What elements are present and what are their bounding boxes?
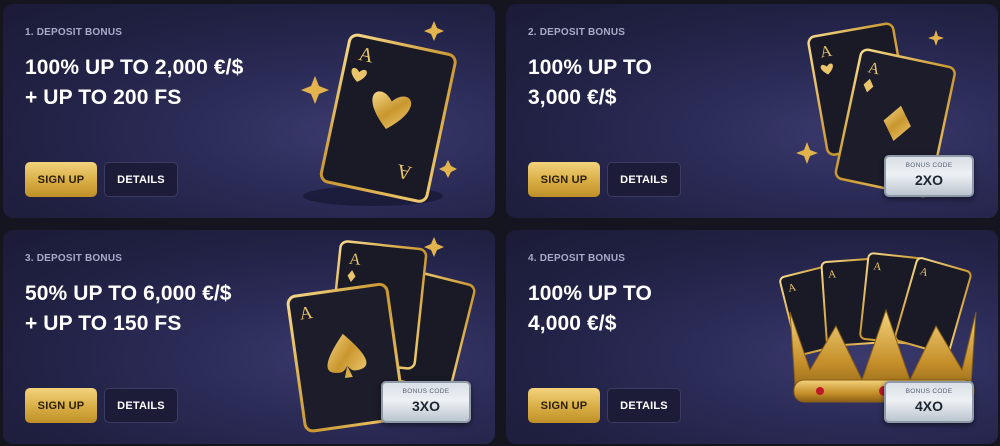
headline-line-1: 100% UP TO (528, 282, 652, 305)
details-button[interactable]: DETAILS (607, 162, 681, 197)
bonus-code-value: 3XO (411, 398, 440, 414)
details-button[interactable]: DETAILS (104, 162, 178, 197)
card-headline: 50% UP TO 6,000 €/$ + UP TO 150 FS (25, 279, 232, 339)
card-headline: 100% UP TO 4,000 €/$ (528, 279, 652, 339)
headline-line-2: + UP TO 150 FS (25, 312, 182, 335)
bonus-code-label: BONUS CODE (905, 388, 953, 395)
card-headline: 100% UP TO 3,000 €/$ (528, 53, 652, 113)
bonus-code-value: 4XO (914, 398, 943, 414)
card-eyebrow: 3. DEPOSIT BONUS (25, 253, 123, 264)
svg-text:A: A (828, 268, 837, 281)
card-eyebrow: 4. DEPOSIT BONUS (528, 253, 626, 264)
headline-line-2: 3,000 €/$ (528, 86, 617, 109)
sign-up-button[interactable]: SIGN UP (25, 388, 97, 423)
card-eyebrow: 1. DEPOSIT BONUS (25, 27, 123, 38)
headline-line-1: 100% UP TO (528, 56, 652, 79)
sign-up-button[interactable]: SIGN UP (528, 388, 600, 423)
ace-of-hearts-card-icon: A A (301, 21, 457, 206)
bonus-code-label: BONUS CODE (905, 162, 953, 169)
card-eyebrow: 2. DEPOSIT BONUS (528, 27, 626, 38)
svg-text:A: A (348, 251, 362, 269)
svg-text:A: A (298, 302, 314, 324)
deposit-bonus-card-3: 3. DEPOSIT BONUS 50% UP TO 6,000 €/$ + U… (3, 230, 495, 444)
headline-line-1: 100% UP TO 2,000 €/$ (25, 56, 244, 79)
headline-line-2: 4,000 €/$ (528, 312, 617, 335)
bonus-code-label: BONUS CODE (402, 388, 450, 395)
headline-line-1: 50% UP TO 6,000 €/$ (25, 282, 232, 305)
bonus-code-badge[interactable]: BONUS CODE 4XO (884, 381, 974, 423)
bonus-code-badge[interactable]: BONUS CODE 2XO (884, 155, 974, 197)
deposit-bonus-card-2: 2. DEPOSIT BONUS 100% UP TO 3,000 €/$ SI… (506, 4, 998, 218)
details-button[interactable]: DETAILS (104, 388, 178, 423)
headline-line-2: + UP TO 200 FS (25, 86, 182, 109)
sign-up-button[interactable]: SIGN UP (528, 162, 600, 197)
details-button[interactable]: DETAILS (607, 388, 681, 423)
bonus-code-value: 2XO (914, 172, 943, 188)
card-headline: 100% UP TO 2,000 €/$ + UP TO 200 FS (25, 53, 243, 113)
deposit-bonus-card-4: 4. DEPOSIT BONUS 100% UP TO 4,000 €/$ SI… (506, 230, 998, 444)
sign-up-button[interactable]: SIGN UP (25, 162, 97, 197)
svg-text:A: A (873, 260, 882, 273)
deposit-bonus-card-1: 1. DEPOSIT BONUS 100% UP TO 2,000 €/$ + … (3, 4, 495, 218)
bonus-code-badge[interactable]: BONUS CODE 3XO (381, 381, 471, 423)
